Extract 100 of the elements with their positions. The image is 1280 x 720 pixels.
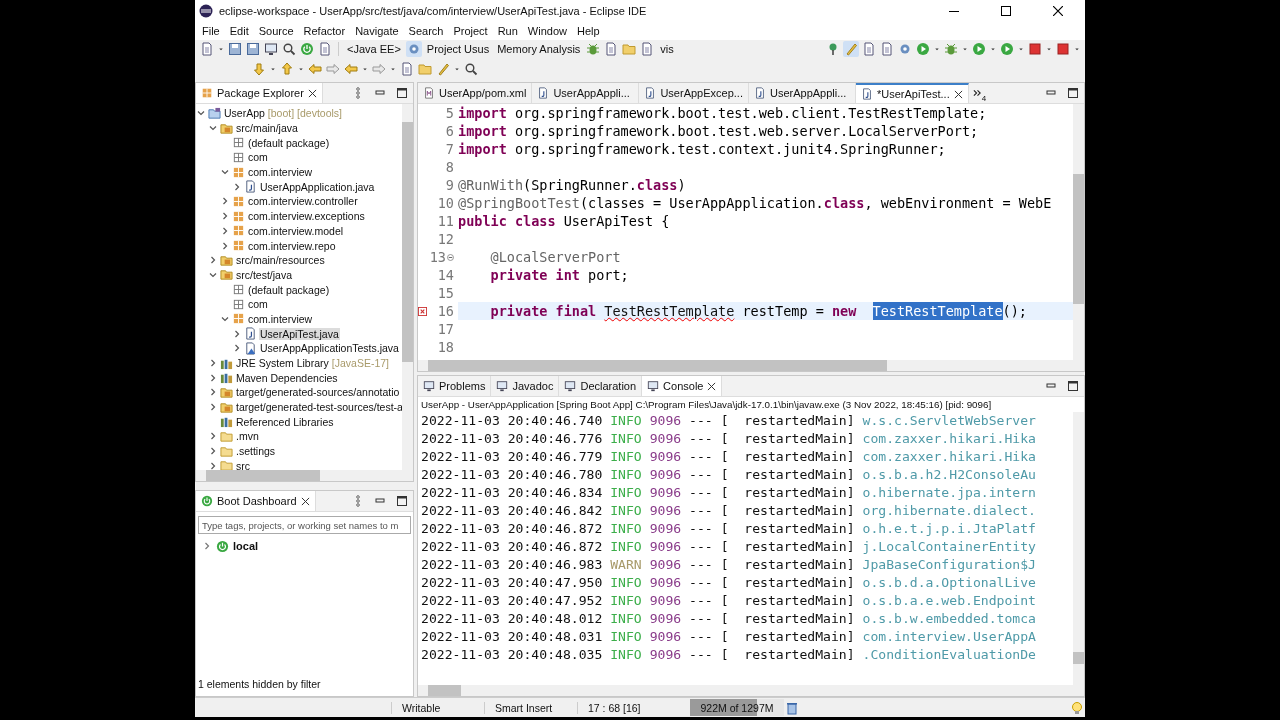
expander-icon[interactable] <box>208 358 218 369</box>
tree-item[interactable]: com.interview.exceptions <box>247 210 366 223</box>
expander-icon[interactable] <box>208 402 218 413</box>
tree-item[interactable]: com.interview.controller <box>247 195 359 208</box>
tree-item[interactable]: (default package) <box>247 283 331 296</box>
tree-item[interactable]: UserApp <box>223 107 266 120</box>
menu-item[interactable]: Edit <box>224 25 254 37</box>
tree-item[interactable]: src <box>235 459 251 470</box>
tree-item[interactable]: src/test/java <box>235 268 294 281</box>
tree-item[interactable]: com.interview.model <box>247 224 345 237</box>
editor-tab[interactable]: UserAppExcep... <box>639 83 749 103</box>
tree-item[interactable]: (default package) <box>247 136 331 149</box>
view-tab[interactable]: Problems <box>418 376 492 396</box>
editor-tab[interactable]: UserAppAppli... <box>532 83 640 103</box>
close-icon[interactable] <box>953 89 963 99</box>
heap-meter[interactable]: 922M of 1297M <box>690 699 784 716</box>
menu-item[interactable]: Refactor <box>298 25 351 37</box>
tree-item[interactable]: UserAppApplicationTests.java <box>259 342 400 355</box>
tree-item[interactable]: JRE System Library <box>235 357 330 370</box>
save-icon[interactable] <box>245 41 261 57</box>
tree-item[interactable]: src/main/java <box>235 122 299 135</box>
log-line: 2022-11-03 20:40:46.779 INFO 9096 --- [ restartedMain] com.zaxxer.hikari.Hika <box>421 448 1037 466</box>
error-marker-icon[interactable] <box>418 306 427 316</box>
brush-icon[interactable] <box>843 41 859 57</box>
expander-icon[interactable] <box>208 446 218 457</box>
run-icon[interactable] <box>999 41 1015 57</box>
view-tab[interactable]: Boot Dashboard <box>196 491 316 511</box>
scrollbar[interactable] <box>402 104 413 470</box>
expander-icon[interactable] <box>232 343 242 354</box>
maximize-icon[interactable] <box>1067 87 1079 99</box>
tree-item[interactable]: com.interview <box>247 166 314 179</box>
view-tab[interactable]: Package Explorer <box>196 83 323 103</box>
close-icon[interactable] <box>707 381 717 391</box>
expander-icon[interactable] <box>208 372 218 383</box>
scrollbar[interactable] <box>418 360 1084 371</box>
close-icon[interactable] <box>307 88 317 98</box>
expander-icon[interactable] <box>220 225 230 236</box>
tree-item[interactable]: UserApiTest.java <box>259 327 340 340</box>
scrollbar[interactable] <box>1073 104 1084 360</box>
expander-icon[interactable] <box>220 240 230 251</box>
maximize-icon[interactable] <box>396 87 408 99</box>
tree-item[interactable]: com.interview <box>247 312 314 325</box>
menu-item[interactable]: Source <box>253 25 299 37</box>
close-icon[interactable] <box>1053 6 1063 16</box>
tree-item[interactable]: local <box>233 540 259 552</box>
view-tab[interactable]: Console <box>642 376 723 396</box>
tree-item[interactable]: Referenced Libraries <box>235 415 335 428</box>
expander-icon[interactable] <box>208 460 218 470</box>
more-tabs-button[interactable]: 4 <box>968 83 991 103</box>
close-icon[interactable] <box>300 496 310 506</box>
stop-icon[interactable] <box>1027 41 1043 57</box>
expander-icon[interactable] <box>232 328 242 339</box>
tree-item[interactable]: .mvn <box>235 430 260 443</box>
tree-item[interactable]: UserAppApplication.java <box>259 180 376 193</box>
maximize-icon[interactable] <box>396 495 408 507</box>
tree-item[interactable]: com.interview.repo <box>247 239 337 252</box>
stop-icon[interactable] <box>1055 41 1071 57</box>
maximize-icon[interactable] <box>1001 6 1011 16</box>
scrollbar[interactable] <box>418 685 1084 696</box>
editor-tab[interactable]: UserApp/pom.xml <box>418 83 533 103</box>
expander-icon[interactable] <box>202 541 212 551</box>
menu-item[interactable]: Search <box>403 25 449 37</box>
tree-item[interactable]: com <box>247 298 269 311</box>
scrollbar[interactable] <box>1073 412 1084 685</box>
tree-item[interactable]: com <box>247 151 269 164</box>
tree-item[interactable]: Maven Dependencies <box>235 371 339 384</box>
menu-item[interactable]: Window <box>522 25 572 37</box>
toolbar-label[interactable]: vis <box>657 43 677 55</box>
code-line: public class UserApiTest { <box>458 213 670 229</box>
expander-icon[interactable] <box>208 431 218 442</box>
menu-item[interactable]: Run <box>492 25 523 37</box>
expander-icon[interactable] <box>232 181 242 192</box>
tree-item[interactable]: .settings <box>235 445 277 458</box>
tree-item[interactable]: target/generated-test-sources/test-a <box>235 401 402 414</box>
lightbulb-icon[interactable] <box>1069 699 1085 716</box>
perspective-button[interactable]: Memory Analysis <box>494 43 584 55</box>
expander-icon[interactable] <box>220 211 230 222</box>
menu-item[interactable]: Project <box>448 25 493 37</box>
expander-icon[interactable] <box>208 255 218 266</box>
expander-icon[interactable] <box>220 196 230 207</box>
tree-item[interactable]: target/generated-sources/annotatio <box>235 386 401 399</box>
menu-item[interactable]: File <box>197 25 225 37</box>
save-icon[interactable] <box>227 41 243 57</box>
editor-tab[interactable]: UserAppAppli... <box>748 83 856 103</box>
perspective-button[interactable]: <Java EE> <box>344 43 404 55</box>
fold-icon[interactable] <box>447 253 454 261</box>
scrollbar[interactable] <box>196 470 413 481</box>
maximize-icon[interactable] <box>1067 380 1079 392</box>
monitor-icon[interactable] <box>263 41 279 57</box>
editor-tab[interactable]: *UserApiTest... <box>855 83 969 103</box>
expander-icon[interactable] <box>208 387 218 398</box>
menu-item[interactable]: Help <box>572 25 605 37</box>
run-icon[interactable] <box>915 41 931 57</box>
filter-field[interactable]: Type tags, projects, or working set names to m <box>198 516 411 534</box>
menu-item[interactable]: Navigate <box>350 25 404 37</box>
perspective-button[interactable]: Project Usus <box>423 43 493 55</box>
run-icon[interactable] <box>971 41 987 57</box>
tree-item[interactable]: src/main/resources <box>235 254 326 267</box>
view-tab[interactable]: Javadoc <box>491 376 560 396</box>
perspective-icon[interactable] <box>405 41 422 57</box>
